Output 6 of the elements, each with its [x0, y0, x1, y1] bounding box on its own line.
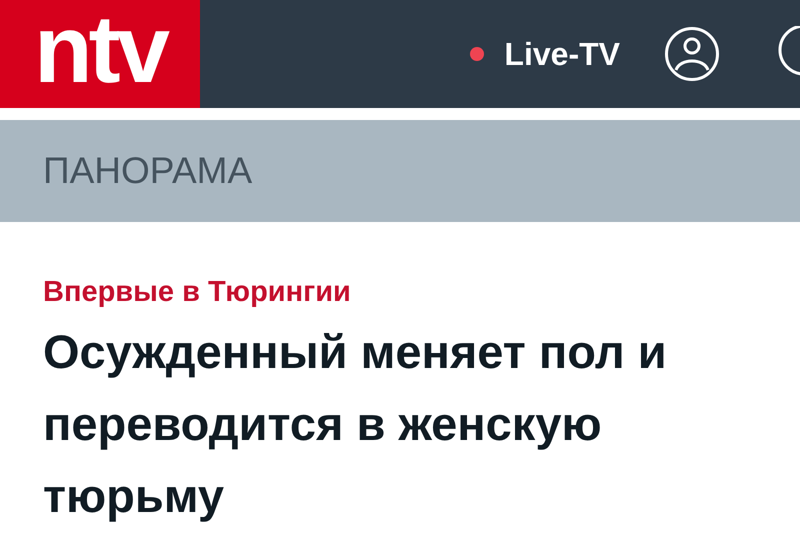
- live-tv-link[interactable]: Live-TV: [470, 30, 620, 78]
- article-kicker: Впервые в Тюрингии: [43, 275, 352, 310]
- logo[interactable]: ntv: [0, 0, 200, 108]
- article-headline[interactable]: Осужденный меняет пол и переводится в женскую тюрьму: [43, 316, 763, 532]
- section-title[interactable]: ПАНОРАМА: [43, 143, 252, 199]
- user-icon[interactable]: [664, 26, 720, 82]
